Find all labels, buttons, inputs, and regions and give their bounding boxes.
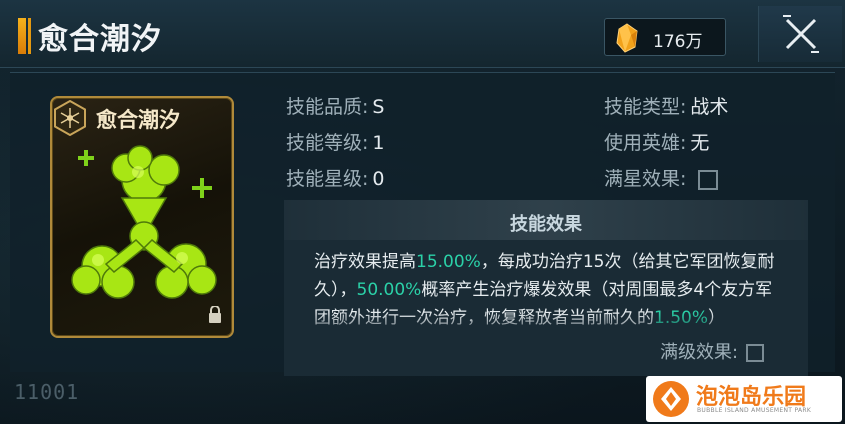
lock-icon <box>209 306 221 323</box>
attr-type: 技能类型: 战术 <box>604 92 728 119</box>
attr-fullstar: 满星效果: <box>604 164 719 191</box>
effect-text-1: 治疗效果提高 <box>314 252 416 272</box>
attr-hero-value: 无 <box>690 132 710 154</box>
serial-number: 11001 <box>14 380 80 404</box>
attr-star-label: 技能星级: <box>286 168 369 190</box>
attr-fullstar-label: 满星效果: <box>604 168 687 190</box>
attr-type-label: 技能类型: <box>604 96 687 118</box>
watermark-logo-icon <box>653 381 689 417</box>
attr-star-value: 0 <box>372 168 385 190</box>
healing-slime-icon <box>71 145 217 299</box>
fullstar-checkbox[interactable] <box>698 169 719 190</box>
header-bar: 愈合潮汐 176万 <box>0 0 845 68</box>
watermark: 泡泡岛乐园 BUBBLE ISLAND AMUSEMENT PARK <box>646 376 842 422</box>
watermark-subtitle: BUBBLE ISLAND AMUSEMENT PARK <box>697 407 812 414</box>
attr-hero: 使用英雄: 无 <box>604 128 709 155</box>
attr-hero-label: 使用英雄: <box>604 132 687 154</box>
effect-highlight-2: 50.00% <box>356 280 422 300</box>
page-title: 愈合潮汐 <box>38 22 162 57</box>
hexagon-emblem-icon <box>54 100 86 136</box>
maxlevel-checkbox[interactable] <box>746 344 765 362</box>
attr-level: 技能等级: 1 <box>286 128 385 155</box>
effect-title: 技能效果 <box>510 214 582 235</box>
attr-quality-value: S <box>372 96 385 118</box>
maxlevel-label: 满级效果: <box>660 342 739 363</box>
effect-highlight-1: 15.00% <box>416 252 481 272</box>
crystal-icon <box>616 23 638 53</box>
attr-quality: 技能品质: S <box>286 92 384 119</box>
currency-amount: 176万 <box>653 32 703 52</box>
attr-star: 技能星级: 0 <box>286 164 385 191</box>
skill-card-name: 愈合潮汐 <box>96 107 180 132</box>
title-accent-bar <box>18 18 31 54</box>
currency-display[interactable]: 176万 <box>604 18 726 56</box>
maxlevel-row: 满级效果: <box>660 338 765 364</box>
attr-level-label: 技能等级: <box>286 132 369 154</box>
attr-quality-label: 技能品质: <box>286 96 369 118</box>
close-button[interactable] <box>758 6 842 62</box>
attr-type-value: 战术 <box>690 96 729 118</box>
close-icon <box>783 15 819 53</box>
attr-level-value: 1 <box>372 132 385 154</box>
